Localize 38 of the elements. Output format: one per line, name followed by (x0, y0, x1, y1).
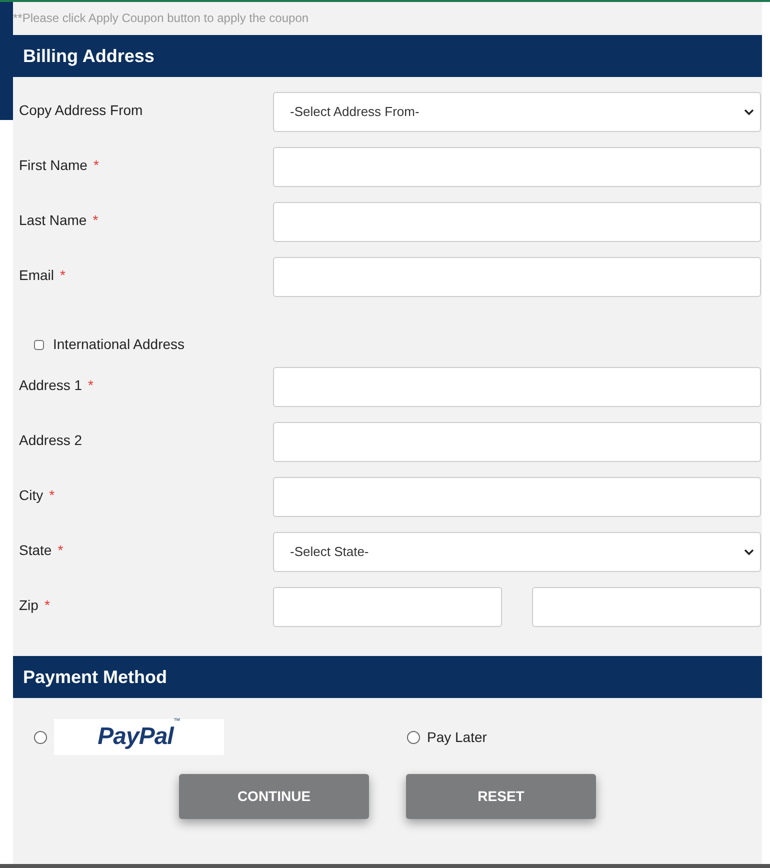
text-field[interactable] (273, 422, 761, 462)
field-label: City (19, 487, 44, 503)
required-asterisk: * (44, 597, 50, 613)
section-header: Billing Address (13, 35, 762, 77)
field-label: Address 2 (19, 432, 82, 448)
zip-field[interactable] (273, 587, 502, 627)
text-field[interactable] (273, 147, 761, 187)
required-asterisk: * (93, 157, 99, 173)
field-label: Zip (19, 597, 38, 613)
text-field[interactable] (273, 477, 761, 517)
field-label: State (19, 542, 52, 558)
required-asterisk: * (49, 487, 55, 503)
section-header: Payment Method (13, 656, 762, 698)
international-checkbox[interactable] (34, 340, 44, 350)
text-field[interactable] (273, 257, 761, 297)
checkbox-label: International Address (53, 335, 185, 354)
required-asterisk: * (92, 212, 98, 228)
option-label: Pay Later (427, 728, 487, 747)
reset-button[interactable]: RESET (406, 774, 596, 819)
coupon-notice: **Please click Apply Coupon button to apply the coupon (13, 11, 309, 25)
continue-button[interactable]: CONTINUE (179, 774, 369, 819)
field-label: Copy Address From (19, 102, 143, 118)
dropdown[interactable]: -Select State- (273, 532, 761, 572)
field-label: Address 1 (19, 377, 82, 393)
required-asterisk: * (60, 267, 66, 283)
field-label: Last Name (19, 212, 87, 228)
radio-button[interactable] (407, 730, 420, 744)
field-label: Email (19, 267, 54, 283)
text-field[interactable] (273, 367, 761, 407)
required-asterisk: * (88, 377, 94, 393)
chevron-icon (744, 108, 754, 116)
chevron-icon (744, 548, 754, 556)
dropdown[interactable]: -Select Address From- (273, 92, 761, 132)
radio-button[interactable] (34, 730, 47, 744)
zip-extension-field[interactable] (532, 587, 761, 627)
field-label: First Name (19, 157, 88, 173)
required-asterisk: * (58, 542, 64, 558)
text-field[interactable] (273, 202, 761, 242)
